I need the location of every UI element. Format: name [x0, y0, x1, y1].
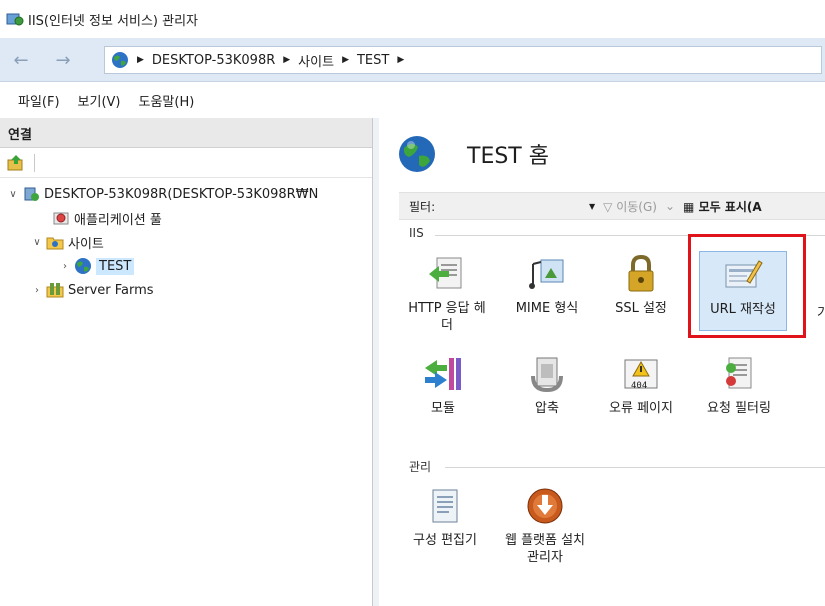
tree-item-label: Server Farms: [68, 282, 154, 298]
features-view: TEST 홈 필터: ▼ ▽ 이동(G) ⌄ ▦ 모두 표시(A IIS HTT…: [379, 118, 825, 606]
error-code-text: 404: [631, 381, 648, 391]
feature-label: HTTP 응답 헤더: [408, 301, 486, 333]
menu-file[interactable]: 파일(F): [18, 91, 60, 110]
breadcrumb-item-sites[interactable]: 사이트: [298, 51, 334, 70]
config-editor-icon: [432, 489, 458, 523]
window-title: IIS(인터넷 정보 서비스) 관리자: [28, 13, 199, 29]
tree-item-server-farms[interactable]: › Server Farms: [30, 278, 154, 302]
arrow-right-icon: →: [55, 49, 71, 71]
tree-item-label: DESKTOP-53K098R(DESKTOP-53K098R₩N: [44, 186, 319, 202]
http-headers-icon: [429, 257, 462, 289]
feature-label: MIME 형식: [515, 301, 579, 316]
go-dropdown-icon[interactable]: ⌄: [665, 199, 675, 213]
back-button[interactable]: ←: [6, 48, 36, 72]
sites-folder-icon: [46, 237, 64, 250]
compression-icon: [531, 357, 563, 393]
feature-ssl-settings[interactable]: SSL 설정: [597, 254, 685, 317]
feature-request-filtering[interactable]: 요청 필터링: [695, 354, 783, 417]
feature-label: 압축: [535, 401, 559, 416]
partial-feature-label[interactable]: 기: [817, 302, 825, 321]
tree-item-label: TEST: [96, 257, 135, 275]
toolbar-divider: [34, 153, 35, 172]
filter-bar: 필터: ▼ ▽ 이동(G) ⌄ ▦ 모두 표시(A: [399, 192, 825, 220]
feature-web-platform-installer[interactable]: 웹 플랫폼 설치 관리자: [497, 486, 593, 566]
server-farms-icon: [46, 283, 64, 298]
feature-label: 구성 편집기: [413, 533, 477, 548]
group-divider: [445, 467, 825, 468]
tree-item-sites[interactable]: ∨ 사이트: [30, 230, 104, 254]
iis-app-icon: [6, 13, 24, 26]
feature-configuration-editor[interactable]: 구성 편집기: [397, 486, 493, 549]
app-pool-icon: [53, 212, 69, 225]
breadcrumb[interactable]: ▶ DESKTOP-53K098R ▶ 사이트 ▶ TEST ▶: [104, 46, 822, 74]
globe-icon: [399, 136, 435, 172]
breadcrumb-separator-icon: ▶: [342, 55, 349, 65]
show-all-label: 모두 표시(A: [698, 199, 762, 214]
tree-item-server[interactable]: ∨ DESKTOP-53K098R(DESKTOP-53K098R₩N: [6, 182, 318, 206]
go-button[interactable]: ▽ 이동(G): [603, 198, 657, 215]
feature-label: 모듈: [431, 401, 455, 416]
connect-icon[interactable]: [6, 154, 26, 172]
menu-bar: 파일(F) 보기(V) 도움말(H): [0, 82, 825, 118]
tree-item-app-pools[interactable]: 애플리케이션 풀: [52, 206, 162, 230]
modules-icon: [425, 358, 461, 390]
globe-icon: [75, 258, 91, 274]
chevron-right-icon[interactable]: ›: [58, 261, 72, 272]
tree-item-label: 사이트: [68, 236, 104, 252]
feature-label: 요청 필터링: [707, 401, 771, 416]
title-bar: IIS(인터넷 정보 서비스) 관리자: [0, 0, 825, 38]
feature-http-response-headers[interactable]: HTTP 응답 헤더: [403, 254, 491, 334]
forward-button[interactable]: →: [48, 48, 78, 72]
tree-item-label: 애플리케이션 풀: [74, 212, 162, 228]
arrow-left-icon: ←: [13, 49, 29, 71]
feature-mime-types[interactable]: MIME 형식: [503, 254, 591, 317]
page-title: TEST 홈: [467, 144, 549, 169]
connections-pane: 연결 ∨ DESKTOP-53K098R(DESKTOP-53K098R₩N 애…: [0, 118, 373, 606]
chevron-down-icon[interactable]: ∨: [6, 189, 20, 200]
ssl-lock-icon: [628, 254, 654, 292]
highlight-annotation-box: [688, 234, 806, 338]
address-bar: ← → ▶ DESKTOP-53K098R ▶ 사이트 ▶ TEST ▶: [0, 38, 825, 82]
breadcrumb-separator-icon: ▶: [397, 55, 405, 65]
group-label-iis: IIS: [409, 226, 424, 240]
mime-types-icon: [529, 259, 564, 289]
feature-label: SSL 설정: [615, 301, 667, 316]
globe-icon: [112, 52, 128, 68]
web-platform-installer-icon: [527, 488, 563, 524]
show-all-icon: ▦: [683, 199, 695, 214]
show-all-button[interactable]: ▦ 모두 표시(A: [683, 198, 762, 215]
group-label-management: 관리: [409, 460, 432, 474]
request-filtering-icon: [726, 357, 752, 389]
breadcrumb-item-server[interactable]: DESKTOP-53K098R: [152, 53, 275, 68]
page-header: TEST 홈: [379, 118, 825, 190]
breadcrumb-separator-icon: ▶: [137, 55, 144, 65]
connections-header: 연결: [0, 118, 372, 148]
dropdown-arrow-icon[interactable]: ▼: [589, 202, 595, 211]
go-label: 이동(G): [616, 199, 657, 214]
connections-toolbar: [0, 148, 372, 178]
feature-modules[interactable]: 모듈: [399, 354, 487, 417]
breadcrumb-item-test[interactable]: TEST: [357, 53, 389, 68]
filter-label[interactable]: 필터:: [409, 198, 589, 215]
feature-label: 웹 플랫폼 설치 관리자: [504, 533, 586, 565]
breadcrumb-separator-icon: ▶: [283, 55, 291, 65]
menu-help[interactable]: 도움말(H): [139, 91, 195, 110]
funnel-icon: ▽: [603, 199, 613, 214]
feature-label: 오류 페이지: [609, 401, 673, 416]
feature-error-pages[interactable]: 오류 페이지 404: [597, 354, 685, 417]
chevron-right-icon[interactable]: ›: [30, 285, 44, 296]
chevron-down-icon[interactable]: ∨: [30, 237, 44, 248]
feature-compression[interactable]: 압축: [503, 354, 591, 417]
server-icon: [24, 187, 39, 201]
tree-item-test[interactable]: › TEST: [58, 254, 135, 278]
menu-view[interactable]: 보기(V): [78, 91, 121, 110]
